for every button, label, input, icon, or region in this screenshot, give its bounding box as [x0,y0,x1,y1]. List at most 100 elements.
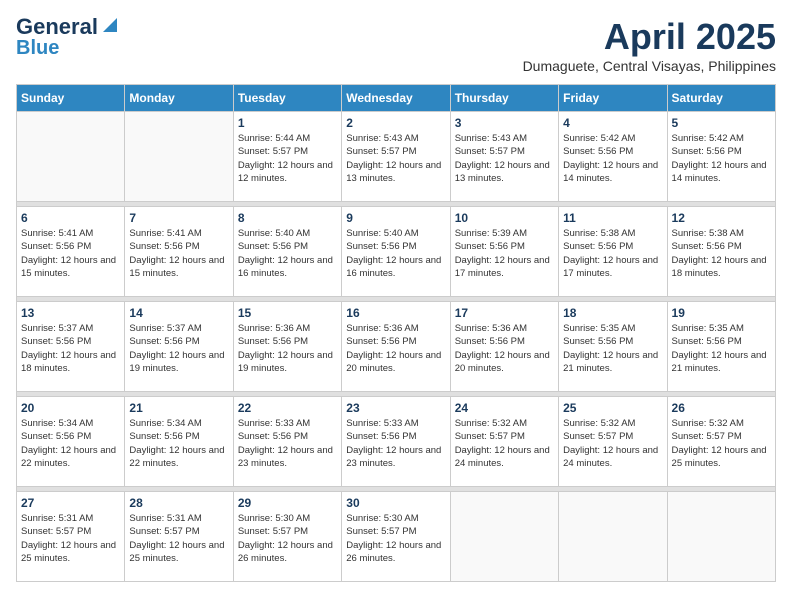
day-info: Sunrise: 5:35 AM Sunset: 5:56 PM Dayligh… [672,322,771,375]
calendar-day-cell: 3Sunrise: 5:43 AM Sunset: 5:57 PM Daylig… [450,112,558,202]
day-info: Sunrise: 5:40 AM Sunset: 5:56 PM Dayligh… [238,227,337,280]
calendar-day-cell: 17 Sunrise: 5:36 AM Sunset: 5:56 PM Dayli… [450,302,558,392]
day-info: Sunrise: 5:41 AM Sunset: 5:56 PM Dayligh… [21,227,120,280]
day-number: 27 [21,496,120,510]
day-number: 17 [455,306,554,320]
weekday-header-wednesday: Wednesday [342,85,450,112]
weekday-header-thursday: Thursday [450,85,558,112]
day-number: 19 [672,306,771,320]
day-info: Sunrise: 5:30 AM Sunset: 5:57 PM Dayligh… [346,512,445,565]
logo-text-blue: Blue [16,38,59,58]
title-section: April 2025 Dumaguete, Central Visayas, P… [523,16,776,74]
day-info: Sunrise: 5:42 AM Sunset: 5:56 PM Dayligh… [563,132,662,185]
day-number: 1 [238,116,337,130]
weekday-header-monday: Monday [125,85,233,112]
weekday-header-sunday: Sunday [17,85,125,112]
day-info: Sunrise: 5:30 AM Sunset: 5:57 PM Dayligh… [238,512,337,565]
day-number: 20 [21,401,120,415]
day-number: 12 [672,211,771,225]
day-info: Sunrise: 5:31 AM Sunset: 5:57 PM Dayligh… [129,512,228,565]
day-number: 8 [238,211,337,225]
day-number: 24 [455,401,554,415]
day-info: Sunrise: 5:35 AM Sunset: 5:56 PM Dayligh… [563,322,662,375]
calendar-day-cell [125,112,233,202]
day-number: 23 [346,401,445,415]
day-info: Sunrise: 5:34 AM Sunset: 5:56 PM Dayligh… [21,417,120,470]
calendar-day-cell: 15 Sunrise: 5:36 AM Sunset: 5:56 PM Dayli… [233,302,341,392]
calendar-week-row: 27 Sunrise: 5:31 AM Sunset: 5:57 PM Dayli… [17,492,776,582]
day-info: Sunrise: 5:37 AM Sunset: 5:56 PM Dayligh… [21,322,120,375]
day-info: Sunrise: 5:39 AM Sunset: 5:56 PM Dayligh… [455,227,554,280]
day-number: 2 [346,116,445,130]
calendar-day-cell: 19 Sunrise: 5:35 AM Sunset: 5:56 PM Dayli… [667,302,775,392]
calendar-day-cell: 1 Sunrise: 5:44 AM Sunset: 5:57 PM Daylig… [233,112,341,202]
calendar-week-row: 6 Sunrise: 5:41 AM Sunset: 5:56 PM Daylig… [17,207,776,297]
weekday-header-tuesday: Tuesday [233,85,341,112]
calendar-day-cell: 18 Sunrise: 5:35 AM Sunset: 5:56 PM Dayli… [559,302,667,392]
logo-icon [99,16,117,34]
calendar-day-cell: 25 Sunrise: 5:32 AM Sunset: 5:57 PM Dayli… [559,397,667,487]
calendar-day-cell: 27Sunrise: 5:31 AM Sunset: 5:57 PM Dayli… [17,492,125,582]
day-number: 21 [129,401,228,415]
calendar-week-row: 13 Sunrise: 5:37 AM Sunset: 5:56 PM Dayli… [17,302,776,392]
month-title: April 2025 [523,16,776,58]
calendar-day-cell: 23Sunrise: 5:33 AM Sunset: 5:56 PM Dayli… [342,397,450,487]
day-info: Sunrise: 5:43 AM Sunset: 5:57 PM Dayligh… [346,132,445,185]
day-info: Sunrise: 5:44 AM Sunset: 5:57 PM Dayligh… [238,132,337,185]
day-info: Sunrise: 5:40 AM Sunset: 5:56 PM Dayligh… [346,227,445,280]
calendar-day-cell: 5 Sunrise: 5:42 AM Sunset: 5:56 PM Daylig… [667,112,775,202]
day-number: 7 [129,211,228,225]
day-number: 22 [238,401,337,415]
day-info: Sunrise: 5:43 AM Sunset: 5:57 PM Dayligh… [455,132,554,185]
calendar-day-cell: 21 Sunrise: 5:34 AM Sunset: 5:56 PM Dayli… [125,397,233,487]
day-info: Sunrise: 5:33 AM Sunset: 5:56 PM Dayligh… [238,417,337,470]
day-info: Sunrise: 5:42 AM Sunset: 5:56 PM Dayligh… [672,132,771,185]
day-number: 5 [672,116,771,130]
calendar-day-cell: 28Sunrise: 5:31 AM Sunset: 5:57 PM Dayli… [125,492,233,582]
day-number: 4 [563,116,662,130]
day-info: Sunrise: 5:36 AM Sunset: 5:56 PM Dayligh… [346,322,445,375]
calendar-day-cell [17,112,125,202]
day-info: Sunrise: 5:32 AM Sunset: 5:57 PM Dayligh… [563,417,662,470]
calendar-day-cell: 2 Sunrise: 5:43 AM Sunset: 5:57 PM Daylig… [342,112,450,202]
calendar-day-cell: 24Sunrise: 5:32 AM Sunset: 5:57 PM Dayli… [450,397,558,487]
calendar-table: SundayMondayTuesdayWednesdayThursdayFrid… [16,84,776,582]
day-info: Sunrise: 5:37 AM Sunset: 5:56 PM Dayligh… [129,322,228,375]
day-number: 25 [563,401,662,415]
weekday-header-friday: Friday [559,85,667,112]
calendar-day-cell: 6 Sunrise: 5:41 AM Sunset: 5:56 PM Daylig… [17,207,125,297]
calendar-header-row: SundayMondayTuesdayWednesdayThursdayFrid… [17,85,776,112]
calendar-day-cell: 12 Sunrise: 5:38 AM Sunset: 5:56 PM Dayli… [667,207,775,297]
calendar-day-cell: 7 Sunrise: 5:41 AM Sunset: 5:56 PM Daylig… [125,207,233,297]
calendar-day-cell: 4 Sunrise: 5:42 AM Sunset: 5:56 PM Daylig… [559,112,667,202]
day-number: 15 [238,306,337,320]
day-number: 11 [563,211,662,225]
calendar-day-cell: 26Sunrise: 5:32 AM Sunset: 5:57 PM Dayli… [667,397,775,487]
day-info: Sunrise: 5:36 AM Sunset: 5:56 PM Dayligh… [238,322,337,375]
day-info: Sunrise: 5:36 AM Sunset: 5:56 PM Dayligh… [455,322,554,375]
day-info: Sunrise: 5:34 AM Sunset: 5:56 PM Dayligh… [129,417,228,470]
logo: General Blue [16,16,117,58]
calendar-day-cell [559,492,667,582]
calendar-day-cell: 16 Sunrise: 5:36 AM Sunset: 5:56 PM Dayli… [342,302,450,392]
calendar-day-cell: 10 Sunrise: 5:39 AM Sunset: 5:56 PM Dayli… [450,207,558,297]
calendar-week-row: 20 Sunrise: 5:34 AM Sunset: 5:56 PM Dayli… [17,397,776,487]
day-number: 14 [129,306,228,320]
day-number: 6 [21,211,120,225]
day-info: Sunrise: 5:38 AM Sunset: 5:56 PM Dayligh… [672,227,771,280]
calendar-day-cell: 13 Sunrise: 5:37 AM Sunset: 5:56 PM Dayli… [17,302,125,392]
day-info: Sunrise: 5:32 AM Sunset: 5:57 PM Dayligh… [672,417,771,470]
calendar-day-cell [667,492,775,582]
calendar-day-cell: 9Sunrise: 5:40 AM Sunset: 5:56 PM Daylig… [342,207,450,297]
day-number: 16 [346,306,445,320]
day-number: 30 [346,496,445,510]
day-number: 10 [455,211,554,225]
calendar-day-cell: 11Sunrise: 5:38 AM Sunset: 5:56 PM Dayli… [559,207,667,297]
day-number: 13 [21,306,120,320]
calendar-day-cell: 20 Sunrise: 5:34 AM Sunset: 5:56 PM Dayli… [17,397,125,487]
day-info: Sunrise: 5:41 AM Sunset: 5:56 PM Dayligh… [129,227,228,280]
day-number: 18 [563,306,662,320]
calendar-day-cell: 14 Sunrise: 5:37 AM Sunset: 5:56 PM Dayli… [125,302,233,392]
page-header: General Blue April 2025 Dumaguete, Centr… [16,16,776,74]
calendar-week-row: 1 Sunrise: 5:44 AM Sunset: 5:57 PM Daylig… [17,112,776,202]
